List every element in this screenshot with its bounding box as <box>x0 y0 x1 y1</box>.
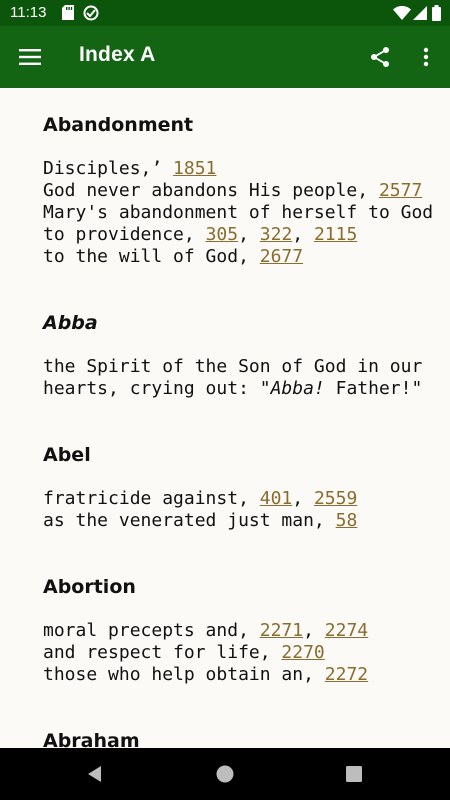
line-text: Mary's abandonment of herself to God <box>43 202 434 223</box>
line-text: Disciples,’ <box>43 158 174 179</box>
entry-line: hearts, crying out: "Abba! Father!" <box>43 378 450 400</box>
paragraph-link[interactable]: 2677 <box>260 246 303 267</box>
entry-line: and respect for life, 2270 <box>43 642 450 664</box>
home-circle-icon <box>216 765 234 783</box>
line-text: and respect for life, <box>43 642 282 663</box>
paragraph-link[interactable]: 58 <box>336 510 358 531</box>
entry-line: those who help obtain an, 2272 <box>43 664 450 686</box>
entry-line: as the venerated just man, 58 <box>43 510 450 532</box>
navigation-bar <box>0 748 450 800</box>
hamburger-menu-icon <box>19 49 41 65</box>
share-icon <box>371 47 389 67</box>
back-button[interactable] <box>83 762 107 786</box>
line-text: , <box>303 620 325 641</box>
paragraph-link[interactable]: 2271 <box>260 620 303 641</box>
home-button[interactable] <box>213 762 237 786</box>
entry-line: moral precepts and, 2271, 2274 <box>43 620 450 642</box>
line-text: fratricide against, <box>43 488 260 509</box>
entry-heading: Abandonment <box>43 114 194 136</box>
paragraph-link[interactable]: 2559 <box>314 488 357 509</box>
status-bar: 11:13 <box>0 0 450 26</box>
index-content[interactable]: Abandonment Disciples,’ 1851 God never aba… <box>0 88 450 748</box>
line-text: as the venerated just man, <box>43 510 336 531</box>
paragraph-link[interactable]: 2274 <box>325 620 368 641</box>
entry-line: Mary's abandonment of herself to God <box>43 202 450 224</box>
paragraph-link[interactable]: 2577 <box>379 180 422 201</box>
line-text: God never abandons His people, <box>43 180 379 201</box>
app-bar: Index A <box>0 26 450 88</box>
paragraph-link[interactable]: 322 <box>260 224 293 245</box>
entry-line: to providence, 305, 322, 2115 <box>43 224 450 246</box>
index-entries: Abandonment Disciples,’ 1851 God never aba… <box>43 114 450 748</box>
entry-heading: Abortion <box>43 576 136 598</box>
page-title: Index A <box>79 43 156 66</box>
data-saver-icon <box>83 5 99 25</box>
entry-line: the Spirit of the Son of God in our <box>43 356 450 378</box>
entry-line: Disciples,’ 1851 <box>43 158 450 180</box>
line-text: those who help obtain an, <box>43 664 325 685</box>
line-text: , <box>238 224 260 245</box>
line-text: Father!" <box>324 378 423 399</box>
entry-line: to the will of God, 2677 <box>43 246 450 268</box>
overflow-menu-button[interactable] <box>406 37 446 77</box>
entry-heading: Abba <box>43 312 98 334</box>
battery-icon <box>432 5 441 25</box>
index-entry: Abba the Spirit of the Son of God in our h… <box>43 312 450 400</box>
paragraph-link[interactable]: 401 <box>260 488 293 509</box>
line-text: to the will of God, <box>43 246 260 267</box>
sd-card-icon <box>62 5 74 24</box>
line-text: , <box>292 488 314 509</box>
paragraph-link[interactable]: 2115 <box>314 224 357 245</box>
line-text: to providence, <box>43 224 206 245</box>
recents-button[interactable] <box>342 762 366 786</box>
paragraph-link[interactable]: 305 <box>206 224 239 245</box>
back-triangle-icon <box>88 766 101 782</box>
line-text: moral precepts and, <box>43 620 260 641</box>
more-vertical-icon <box>423 47 429 67</box>
line-text: hearts, crying out: " <box>43 378 271 399</box>
share-button[interactable] <box>360 37 400 77</box>
line-text: , <box>292 224 314 245</box>
paragraph-link[interactable]: 2272 <box>325 664 368 685</box>
index-entry: Abel fratricide against, 401, 2559 as the … <box>43 444 450 532</box>
status-time: 11:13 <box>10 4 47 21</box>
recents-square-icon <box>346 766 362 782</box>
wifi-icon <box>393 6 411 24</box>
index-entry: Abortion moral precepts and, 2271, 2274 an… <box>43 576 450 686</box>
line-text: the Spirit of the Son of God in our <box>43 356 423 377</box>
menu-button[interactable] <box>10 37 50 77</box>
entry-line: God never abandons His people, 2577 <box>43 180 450 202</box>
index-entry: Abraham <box>43 730 450 748</box>
entry-line: fratricide against, 401, 2559 <box>43 488 450 510</box>
entry-heading: Abraham <box>43 730 140 748</box>
cell-signal-icon <box>413 6 427 24</box>
index-entry: Abandonment Disciples,’ 1851 God never aba… <box>43 114 450 268</box>
paragraph-link[interactable]: 1851 <box>173 158 216 179</box>
entry-heading: Abel <box>43 444 91 466</box>
paragraph-link[interactable]: 2270 <box>281 642 324 663</box>
italic-text: Abba! <box>270 378 325 399</box>
